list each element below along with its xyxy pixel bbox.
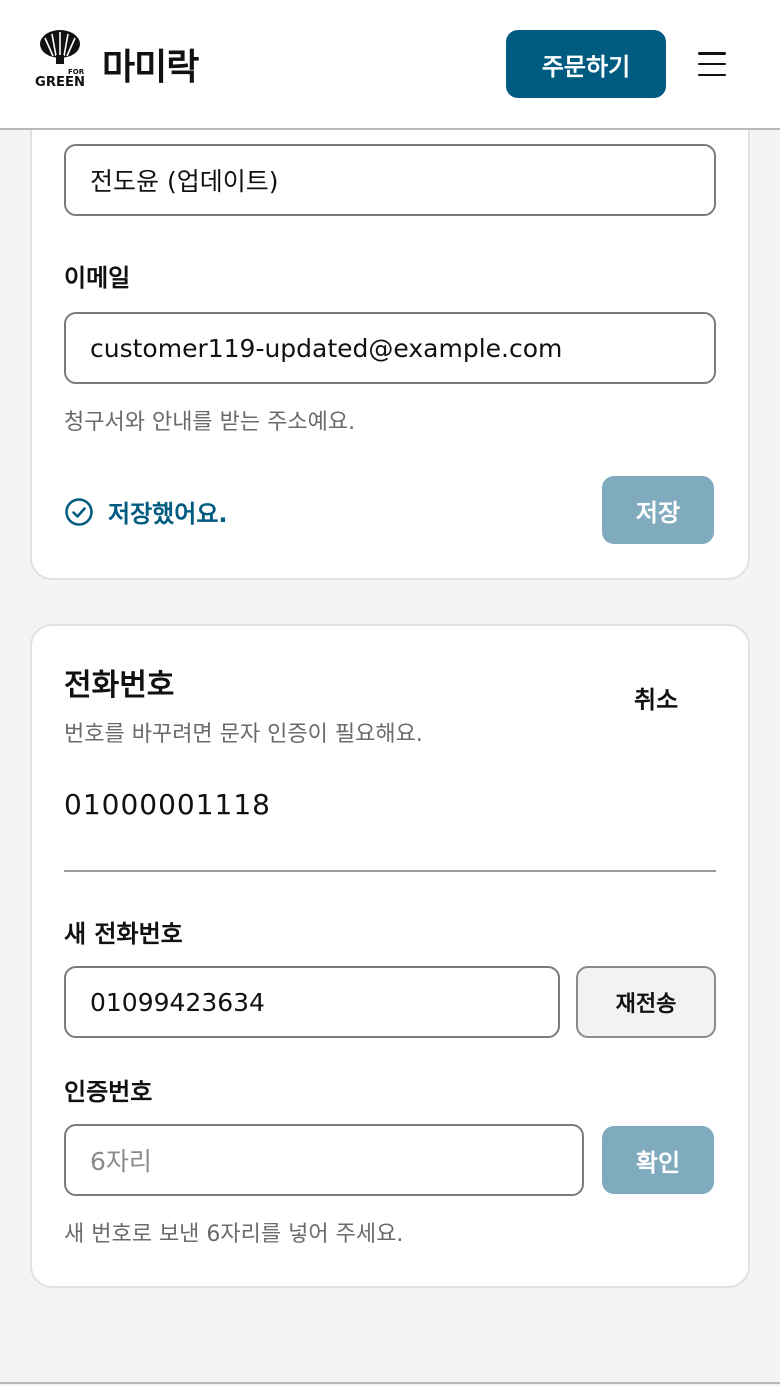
saved-status-text: 저장했어요. bbox=[108, 500, 228, 528]
cancel-button[interactable]: 취소 bbox=[634, 680, 678, 715]
bottom-border bbox=[0, 1382, 780, 1384]
code-helper: 새 번호로 보낸 6자리를 넣어 주세요. bbox=[64, 1222, 404, 1247]
svg-text:GREEN: GREEN bbox=[35, 75, 85, 90]
site-header: FOR GREEN 마미락 주문하기 bbox=[0, 0, 780, 130]
code-field[interactable]: 6자리 bbox=[64, 1124, 584, 1196]
check-circle-icon bbox=[65, 497, 93, 526]
new-phone-field[interactable]: 01099423634 bbox=[64, 966, 560, 1038]
current-phone-number: 01000001118 bbox=[64, 788, 271, 821]
confirm-button[interactable]: 확인 bbox=[602, 1126, 714, 1194]
order-button[interactable]: 주문하기 bbox=[506, 30, 666, 98]
phone-section-title: 전화번호 bbox=[64, 668, 175, 703]
email-helper: 청구서와 안내를 받는 주소예요. bbox=[64, 410, 356, 435]
email-field[interactable]: customer119-updated@example.com bbox=[64, 312, 716, 384]
save-button[interactable]: 저장 bbox=[602, 476, 714, 544]
divider bbox=[64, 870, 716, 872]
hamburger-menu-icon[interactable] bbox=[696, 48, 728, 80]
new-phone-label: 새 전화번호 bbox=[64, 920, 183, 948]
code-label: 인증번호 bbox=[64, 1078, 153, 1106]
for-green-logo[interactable]: FOR GREEN bbox=[34, 28, 86, 92]
saved-status: 저장했어요. bbox=[64, 494, 228, 529]
email-label: 이메일 bbox=[64, 264, 131, 292]
brand-name[interactable]: 마미락 bbox=[102, 38, 199, 90]
resend-button[interactable]: 재전송 bbox=[576, 966, 716, 1038]
name-field[interactable]: 전도윤 (업데이트) bbox=[64, 144, 716, 216]
phone-subtitle: 번호를 바꾸려면 문자 인증이 필요해요. bbox=[64, 722, 423, 747]
